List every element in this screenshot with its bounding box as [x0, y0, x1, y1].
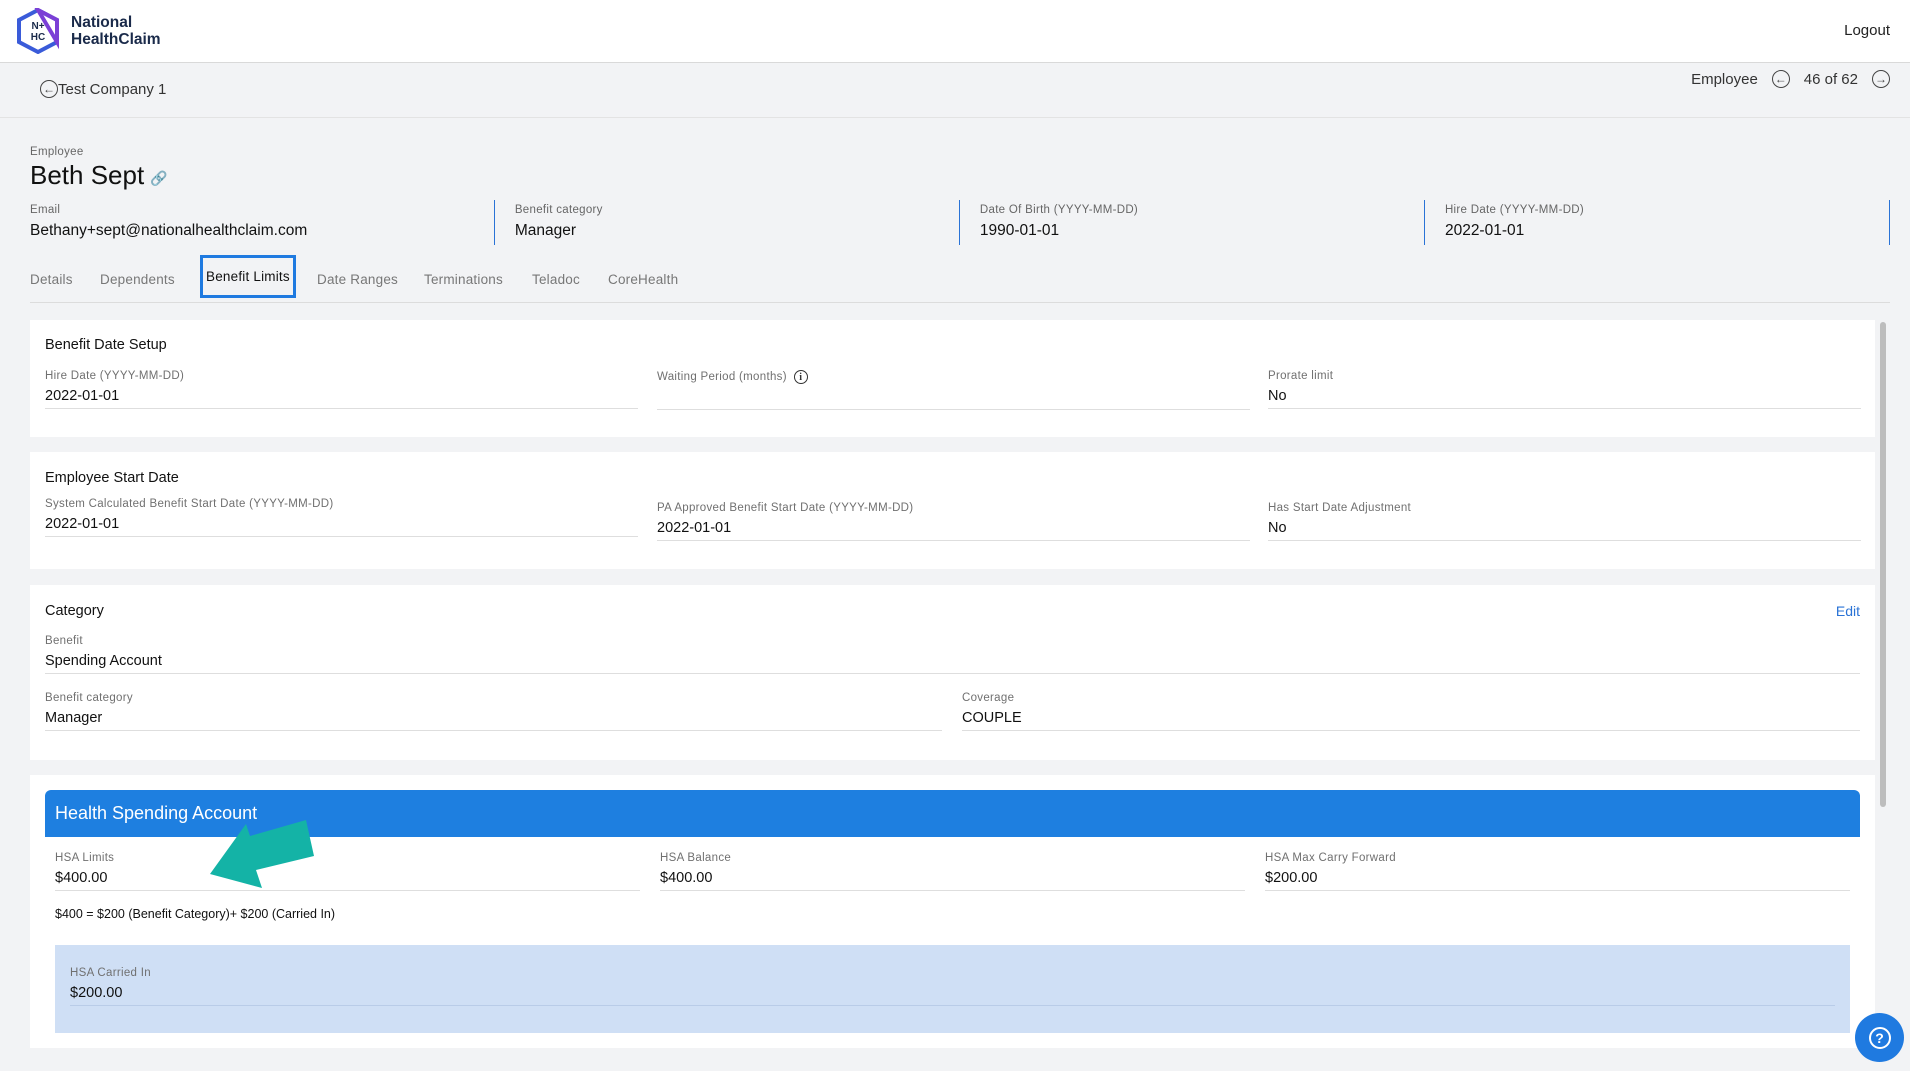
hsa-header: Health Spending Account — [45, 790, 1860, 837]
field-label: Benefit — [45, 635, 83, 647]
tab-teladoc[interactable]: Teladoc — [532, 272, 580, 287]
waiting-period-field[interactable]: Waiting Period (months) i — [657, 370, 1250, 410]
tab-terminations[interactable]: Terminations — [424, 272, 503, 287]
field-value: Manager — [45, 710, 103, 726]
tab-dependents[interactable]: Dependents — [100, 272, 175, 287]
system-start-date-field[interactable]: System Calculated Benefit Start Date (YY… — [45, 498, 638, 537]
field-value — [657, 390, 1250, 394]
employee-start-date-card: Employee Start Date System Calculated Be… — [30, 452, 1875, 569]
info-date-of-birth: Date Of Birth (YYYY-MM-DD) 1990-01-01 — [960, 200, 1425, 245]
arrow-left-circle-icon: ← — [40, 80, 58, 98]
tab-benefit-limits[interactable]: Benefit Limits — [200, 255, 296, 298]
field-value: No — [1268, 520, 1287, 536]
scrollbar-thumb[interactable] — [1880, 322, 1886, 807]
info-icon[interactable]: i — [793, 370, 808, 384]
hsa-carried-in-field[interactable]: HSA Carried In $200.00 — [70, 967, 1835, 1006]
category-card: Category Edit Benefit Spending Account B… — [30, 585, 1875, 760]
info-benefit-category: Benefit category Manager — [495, 200, 960, 245]
field-label: HSA Balance — [660, 852, 732, 864]
hsa-carried-in-panel: HSA Carried In $200.00 — [55, 945, 1850, 1033]
field-label: Prorate limit — [1268, 370, 1334, 382]
tab-corehealth[interactable]: CoreHealth — [608, 272, 678, 287]
field-value: No — [1268, 388, 1287, 404]
logo-mark-icon: N+ HC — [17, 8, 59, 54]
top-bar: N+ HC National HealthClaim Logout — [0, 0, 1910, 63]
benefit-field[interactable]: Benefit Spending Account — [45, 635, 1860, 674]
field-value: COUPLE — [962, 710, 1022, 726]
hsa-max-carry-forward-field[interactable]: HSA Max Carry Forward $200.00 — [1265, 852, 1850, 891]
field-value: 2022-01-01 — [45, 388, 120, 404]
next-employee-icon[interactable]: → — [1872, 70, 1890, 88]
info-value: Bethany+sept@nationalhealthclaim.com — [30, 222, 308, 239]
info-hire-date: Hire Date (YYYY-MM-DD) 2022-01-01 — [1425, 200, 1891, 245]
edit-category-link[interactable]: Edit — [1836, 603, 1860, 619]
hsa-formula-note: $400 = $200 (Benefit Category)+ $200 (Ca… — [55, 907, 336, 921]
field-label: HSA Limits — [55, 852, 115, 864]
tab-details[interactable]: Details — [30, 272, 73, 287]
pager-label: Employee — [1691, 70, 1758, 88]
svg-text:HC: HC — [31, 32, 45, 43]
card-title: Benefit Date Setup — [45, 337, 167, 353]
field-label: Hire Date (YYYY-MM-DD) — [45, 370, 185, 382]
previous-employee-icon[interactable]: ← — [1771, 70, 1790, 88]
field-label: System Calculated Benefit Start Date (YY… — [45, 498, 334, 510]
info-email: Email Bethany+sept@nationalhealthclaim.c… — [30, 200, 495, 245]
link-icon[interactable]: 🔗 — [150, 170, 167, 187]
sub-bar — [0, 62, 1910, 118]
prorate-limit-field[interactable]: Prorate limit No — [1268, 370, 1861, 409]
field-value: Spending Account — [45, 653, 162, 669]
employee-tabs: Details Dependents Benefit Limits Date R… — [30, 255, 1890, 303]
svg-text:N+: N+ — [31, 21, 44, 32]
help-button[interactable]: ? — [1855, 1013, 1904, 1062]
info-label: Benefit category — [514, 204, 603, 216]
field-label: Coverage — [962, 692, 1015, 704]
field-label: HSA Max Carry Forward — [1265, 852, 1396, 864]
field-value: $400.00 — [55, 870, 108, 886]
employee-pager: Employee ← 46 of 62 → — [1691, 70, 1890, 88]
employee-name-row: Beth Sept 🔗 — [30, 160, 168, 191]
field-value: $200.00 — [70, 985, 123, 1001]
field-value: $200.00 — [1265, 870, 1318, 886]
hsa-balance-field[interactable]: HSA Balance $400.00 — [660, 852, 1245, 891]
waiting-label-text: Waiting Period (months) — [657, 371, 787, 383]
hsa-card: Health Spending Account HSA Limits $400.… — [30, 775, 1875, 1048]
employee-label: Employee — [30, 146, 84, 158]
start-date-adjustment-field[interactable]: Has Start Date Adjustment No — [1268, 502, 1861, 541]
logo-line1: National — [71, 14, 133, 31]
info-value: 1990-01-01 — [979, 222, 1060, 239]
tab-date-ranges[interactable]: Date Ranges — [317, 272, 398, 287]
hsa-limits-field[interactable]: HSA Limits $400.00 — [55, 852, 640, 891]
annotation-arrow-icon — [210, 820, 314, 888]
employee-info-row: Email Bethany+sept@nationalhealthclaim.c… — [30, 200, 1891, 245]
field-label: Benefit category — [45, 692, 133, 704]
info-value: Manager — [514, 222, 577, 239]
info-label: Hire Date (YYYY-MM-DD) — [1444, 204, 1585, 216]
logo[interactable]: N+ HC National HealthClaim — [15, 8, 161, 54]
pager-position: 46 of 62 — [1803, 70, 1858, 88]
card-title: Category — [45, 603, 104, 619]
company-name: Test Company 1 — [58, 80, 167, 98]
info-value: 2022-01-01 — [1444, 222, 1525, 239]
field-value: 2022-01-01 — [657, 520, 732, 536]
question-icon: ? — [1868, 1026, 1891, 1049]
card-title: Employee Start Date — [45, 470, 179, 486]
logo-text: National HealthClaim — [71, 14, 161, 48]
info-label: Date Of Birth (YYYY-MM-DD) — [979, 204, 1139, 216]
field-value: $400.00 — [660, 870, 713, 886]
back-to-company-link[interactable]: ← Test Company 1 — [40, 80, 166, 98]
field-value: 2022-01-01 — [45, 516, 120, 532]
field-label: Has Start Date Adjustment — [1268, 502, 1412, 514]
logout-link[interactable]: Logout — [1844, 22, 1890, 39]
field-label: PA Approved Benefit Start Date (YYYY-MM-… — [657, 502, 914, 514]
hire-date-field[interactable]: Hire Date (YYYY-MM-DD) 2022-01-01 — [45, 370, 638, 409]
employee-name: Beth Sept — [30, 160, 145, 190]
field-label: HSA Carried In — [70, 967, 151, 979]
pa-start-date-field[interactable]: PA Approved Benefit Start Date (YYYY-MM-… — [657, 502, 1250, 541]
coverage-field[interactable]: Coverage COUPLE — [962, 692, 1860, 731]
info-label: Email — [30, 204, 61, 216]
logo-line2: HealthClaim — [71, 31, 161, 48]
field-label: Waiting Period (months) i — [657, 370, 1250, 384]
benefit-date-setup-card: Benefit Date Setup Hire Date (YYYY-MM-DD… — [30, 320, 1875, 437]
benefit-category-field[interactable]: Benefit category Manager — [45, 692, 942, 731]
